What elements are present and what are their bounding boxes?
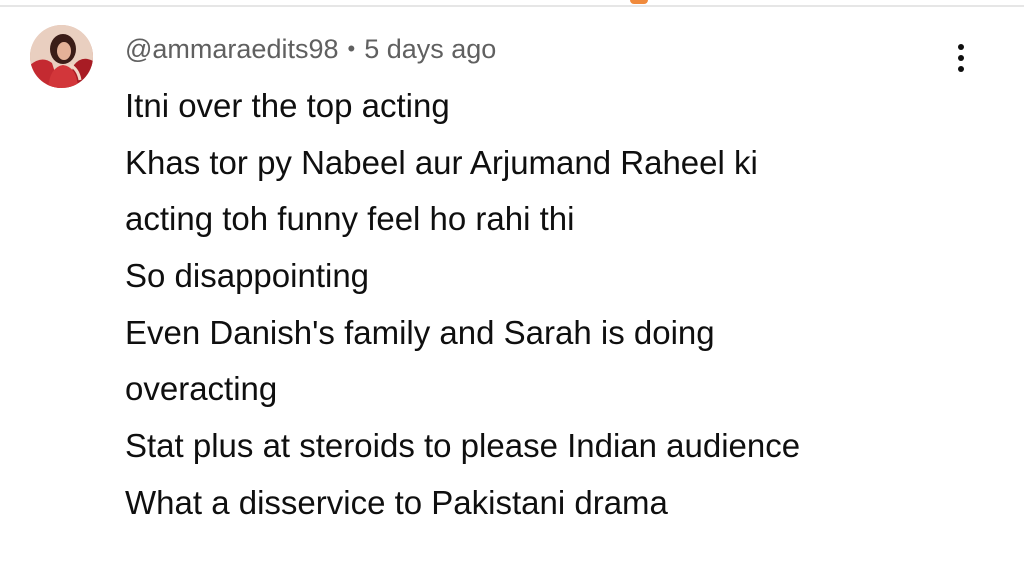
meta-separator: • xyxy=(347,36,356,61)
user-avatar-icon xyxy=(30,25,93,88)
comment-meta: @ammaraedits98 • 5 days ago xyxy=(125,30,496,68)
comment-line: Stat plus at steroids to please Indian a… xyxy=(125,427,801,465)
comment-line: What a disservice to Pakistani drama xyxy=(125,483,668,521)
comment-timestamp[interactable]: 5 days ago xyxy=(364,34,496,65)
comment-card: @ammaraedits98 • 5 days ago Itni over th… xyxy=(0,0,1024,564)
comment-line: Even Danish's family and Sarah is doing xyxy=(125,313,715,351)
more-vertical-icon xyxy=(958,44,964,50)
comment-line: So disappointing xyxy=(125,257,370,295)
comment-line: overacting xyxy=(125,370,278,408)
comment-body: Itni over the top acting Khas tor py Nab… xyxy=(125,78,995,532)
more-vertical-icon-dot-3 xyxy=(958,66,964,72)
avatar[interactable] xyxy=(30,25,93,88)
comment-line: Khas tor py Nabeel aur Arjumand Raheel k… xyxy=(125,143,758,181)
more-vertical-icon-dot-2 xyxy=(958,55,964,61)
comment-author[interactable]: @ammaraedits98 xyxy=(125,34,339,65)
comment-line: acting toh funny feel ho rahi thi xyxy=(125,200,575,238)
more-options-button[interactable] xyxy=(945,37,977,79)
comment-line: Itni over the top acting xyxy=(125,87,450,124)
